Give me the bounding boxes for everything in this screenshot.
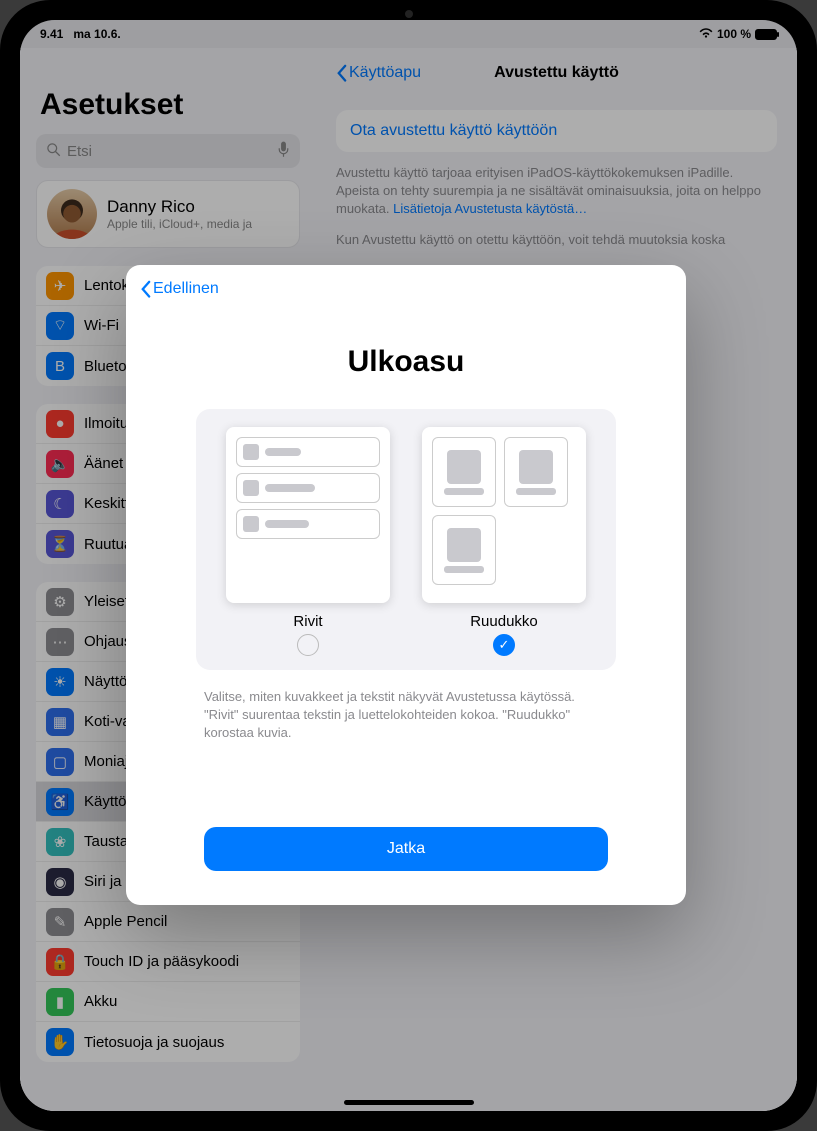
appearance-options: Rivit Ruudukko ✓ [196, 409, 616, 670]
option-grid-radio[interactable]: ✓ [493, 634, 515, 656]
option-grid-label: Ruudukko [470, 613, 538, 630]
home-indicator[interactable] [344, 1100, 474, 1105]
front-camera [405, 10, 413, 18]
modal-title: Ulkoasu [126, 345, 686, 379]
preview-grid [422, 427, 586, 603]
chevron-left-icon [140, 280, 151, 298]
option-rows-radio[interactable] [297, 634, 319, 656]
modal-back-button[interactable]: Edellinen [140, 280, 219, 298]
modal-back-label: Edellinen [153, 280, 219, 298]
option-rows[interactable]: Rivit [218, 427, 398, 656]
option-grid[interactable]: Ruudukko ✓ [414, 427, 594, 656]
modal-description: Valitse, miten kuvakkeet ja tekstit näky… [204, 688, 608, 743]
preview-rows [226, 427, 390, 603]
option-rows-label: Rivit [293, 613, 322, 630]
continue-button[interactable]: Jatka [204, 827, 608, 871]
appearance-modal: Edellinen Ulkoasu Rivit [126, 265, 686, 905]
